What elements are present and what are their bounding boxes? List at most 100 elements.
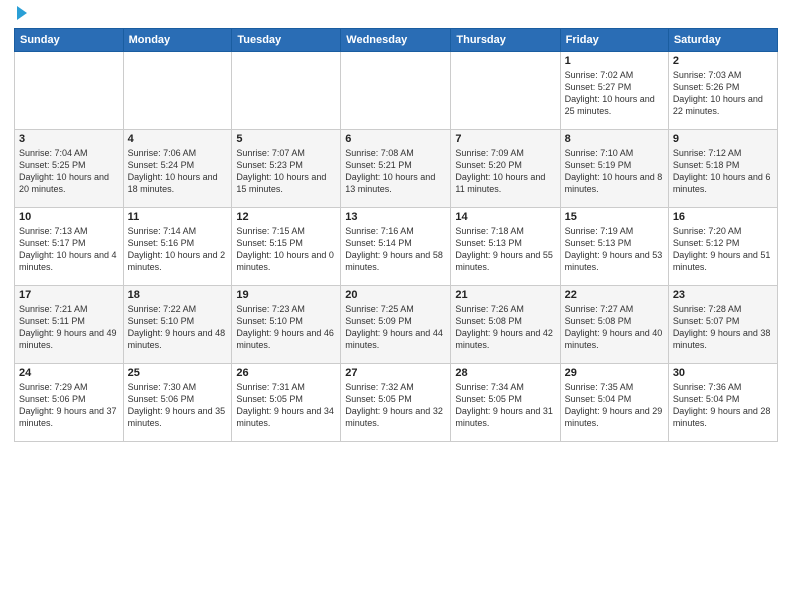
calendar-cell: 4 Sunrise: 7:06 AM Sunset: 5:24 PM Daylig…	[123, 130, 232, 208]
calendar-cell: 11 Sunrise: 7:14 AM Sunset: 5:16 PM Dayli…	[123, 208, 232, 286]
day-number: 28	[455, 367, 555, 379]
day-info: Sunrise: 7:19 AM Sunset: 5:13 PM Dayligh…	[565, 225, 664, 274]
day-info: Sunrise: 7:26 AM Sunset: 5:08 PM Dayligh…	[455, 303, 555, 352]
day-info: Sunrise: 7:14 AM Sunset: 5:16 PM Dayligh…	[128, 225, 228, 274]
day-info: Sunrise: 7:08 AM Sunset: 5:21 PM Dayligh…	[345, 147, 446, 196]
calendar-cell: 14 Sunrise: 7:18 AM Sunset: 5:13 PM Dayli…	[451, 208, 560, 286]
calendar-weekday-saturday: Saturday	[668, 29, 777, 52]
calendar-cell: 30 Sunrise: 7:36 AM Sunset: 5:04 PM Dayli…	[668, 364, 777, 442]
day-info: Sunrise: 7:23 AM Sunset: 5:10 PM Dayligh…	[236, 303, 336, 352]
day-info: Sunrise: 7:03 AM Sunset: 5:26 PM Dayligh…	[673, 69, 773, 118]
day-number: 25	[128, 367, 228, 379]
calendar-cell: 5Sunrise: 7:07 AM Sunset: 5:23 PM Daylig…	[232, 130, 341, 208]
calendar-cell: 16 Sunrise: 7:20 AM Sunset: 5:12 PM Dayli…	[668, 208, 777, 286]
calendar-cell: 6Sunrise: 7:08 AM Sunset: 5:21 PM Daylig…	[341, 130, 451, 208]
day-number: 9	[673, 133, 773, 145]
calendar-cell: 10Sunrise: 7:13 AM Sunset: 5:17 PM Dayli…	[15, 208, 124, 286]
calendar-week-row: 17 Sunrise: 7:21 AM Sunset: 5:11 PM Dayli…	[15, 286, 778, 364]
day-number: 18	[128, 289, 228, 301]
calendar-cell: 9 Sunrise: 7:12 AM Sunset: 5:18 PM Daylig…	[668, 130, 777, 208]
day-info: Sunrise: 7:36 AM Sunset: 5:04 PM Dayligh…	[673, 381, 773, 430]
day-number: 14	[455, 211, 555, 223]
day-number: 5	[236, 133, 336, 145]
day-info: Sunrise: 7:10 AM Sunset: 5:19 PM Dayligh…	[565, 147, 664, 196]
day-info: Sunrise: 7:15 AM Sunset: 5:15 PM Dayligh…	[236, 225, 336, 274]
day-info: Sunrise: 7:06 AM Sunset: 5:24 PM Dayligh…	[128, 147, 228, 196]
day-info: Sunrise: 7:22 AM Sunset: 5:10 PM Dayligh…	[128, 303, 228, 352]
calendar-weekday-thursday: Thursday	[451, 29, 560, 52]
day-number: 24	[19, 367, 119, 379]
calendar-cell: 25 Sunrise: 7:30 AM Sunset: 5:06 PM Dayli…	[123, 364, 232, 442]
day-number: 3	[19, 133, 119, 145]
calendar-table: SundayMondayTuesdayWednesdayThursdayFrid…	[14, 28, 778, 442]
day-number: 4	[128, 133, 228, 145]
day-info: Sunrise: 7:34 AM Sunset: 5:05 PM Dayligh…	[455, 381, 555, 430]
day-info: Sunrise: 7:25 AM Sunset: 5:09 PM Dayligh…	[345, 303, 446, 352]
calendar-cell: 8 Sunrise: 7:10 AM Sunset: 5:19 PM Daylig…	[560, 130, 668, 208]
calendar-cell	[15, 52, 124, 130]
calendar-cell: 23 Sunrise: 7:28 AM Sunset: 5:07 PM Dayli…	[668, 286, 777, 364]
calendar-week-row: 24 Sunrise: 7:29 AM Sunset: 5:06 PM Dayli…	[15, 364, 778, 442]
day-number: 23	[673, 289, 773, 301]
day-number: 15	[565, 211, 664, 223]
calendar-week-row: 1Sunrise: 7:02 AM Sunset: 5:27 PM Daylig…	[15, 52, 778, 130]
day-number: 7	[455, 133, 555, 145]
day-info: Sunrise: 7:20 AM Sunset: 5:12 PM Dayligh…	[673, 225, 773, 274]
day-number: 12	[236, 211, 336, 223]
day-number: 11	[128, 211, 228, 223]
header	[14, 10, 778, 20]
calendar-cell: 12 Sunrise: 7:15 AM Sunset: 5:15 PM Dayli…	[232, 208, 341, 286]
calendar-cell: 17 Sunrise: 7:21 AM Sunset: 5:11 PM Dayli…	[15, 286, 124, 364]
calendar-weekday-monday: Monday	[123, 29, 232, 52]
day-number: 16	[673, 211, 773, 223]
calendar-cell: 26 Sunrise: 7:31 AM Sunset: 5:05 PM Dayli…	[232, 364, 341, 442]
calendar-cell: 27 Sunrise: 7:32 AM Sunset: 5:05 PM Dayli…	[341, 364, 451, 442]
calendar-cell	[451, 52, 560, 130]
day-info: Sunrise: 7:30 AM Sunset: 5:06 PM Dayligh…	[128, 381, 228, 430]
logo-arrow-icon	[17, 6, 27, 20]
day-info: Sunrise: 7:31 AM Sunset: 5:05 PM Dayligh…	[236, 381, 336, 430]
day-number: 17	[19, 289, 119, 301]
day-info: Sunrise: 7:09 AM Sunset: 5:20 PM Dayligh…	[455, 147, 555, 196]
page: SundayMondayTuesdayWednesdayThursdayFrid…	[0, 0, 792, 452]
day-number: 19	[236, 289, 336, 301]
day-number: 8	[565, 133, 664, 145]
day-info: Sunrise: 7:29 AM Sunset: 5:06 PM Dayligh…	[19, 381, 119, 430]
calendar-cell	[232, 52, 341, 130]
day-number: 22	[565, 289, 664, 301]
calendar-cell: 13Sunrise: 7:16 AM Sunset: 5:14 PM Dayli…	[341, 208, 451, 286]
calendar-weekday-wednesday: Wednesday	[341, 29, 451, 52]
day-number: 13	[345, 211, 446, 223]
calendar-cell: 18 Sunrise: 7:22 AM Sunset: 5:10 PM Dayli…	[123, 286, 232, 364]
calendar-week-row: 10Sunrise: 7:13 AM Sunset: 5:17 PM Dayli…	[15, 208, 778, 286]
day-info: Sunrise: 7:04 AM Sunset: 5:25 PM Dayligh…	[19, 147, 119, 196]
day-number: 30	[673, 367, 773, 379]
logo	[14, 10, 27, 20]
day-number: 26	[236, 367, 336, 379]
calendar-cell: 7 Sunrise: 7:09 AM Sunset: 5:20 PM Daylig…	[451, 130, 560, 208]
day-info: Sunrise: 7:28 AM Sunset: 5:07 PM Dayligh…	[673, 303, 773, 352]
day-info: Sunrise: 7:21 AM Sunset: 5:11 PM Dayligh…	[19, 303, 119, 352]
day-number: 20	[345, 289, 446, 301]
day-info: Sunrise: 7:32 AM Sunset: 5:05 PM Dayligh…	[345, 381, 446, 430]
calendar-cell	[341, 52, 451, 130]
day-number: 10	[19, 211, 119, 223]
day-info: Sunrise: 7:12 AM Sunset: 5:18 PM Dayligh…	[673, 147, 773, 196]
calendar-cell: 3 Sunrise: 7:04 AM Sunset: 5:25 PM Daylig…	[15, 130, 124, 208]
calendar-cell: 29 Sunrise: 7:35 AM Sunset: 5:04 PM Dayli…	[560, 364, 668, 442]
calendar-cell: 21 Sunrise: 7:26 AM Sunset: 5:08 PM Dayli…	[451, 286, 560, 364]
calendar-week-row: 3 Sunrise: 7:04 AM Sunset: 5:25 PM Daylig…	[15, 130, 778, 208]
day-info: Sunrise: 7:35 AM Sunset: 5:04 PM Dayligh…	[565, 381, 664, 430]
calendar-weekday-tuesday: Tuesday	[232, 29, 341, 52]
day-number: 1	[565, 55, 664, 67]
calendar-weekday-friday: Friday	[560, 29, 668, 52]
day-number: 21	[455, 289, 555, 301]
day-number: 2	[673, 55, 773, 67]
day-number: 29	[565, 367, 664, 379]
day-info: Sunrise: 7:18 AM Sunset: 5:13 PM Dayligh…	[455, 225, 555, 274]
calendar-cell: 15 Sunrise: 7:19 AM Sunset: 5:13 PM Dayli…	[560, 208, 668, 286]
calendar-cell	[123, 52, 232, 130]
calendar-cell: 2 Sunrise: 7:03 AM Sunset: 5:26 PM Daylig…	[668, 52, 777, 130]
calendar-cell: 22Sunrise: 7:27 AM Sunset: 5:08 PM Dayli…	[560, 286, 668, 364]
day-number: 27	[345, 367, 446, 379]
